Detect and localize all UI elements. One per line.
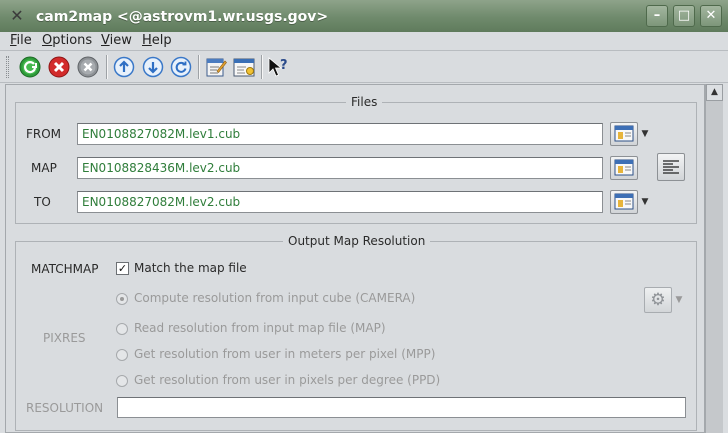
toolbar-grip[interactable]: [6, 56, 9, 78]
pixres-ppd-radio[interactable]: [116, 375, 128, 387]
pixres-ppd-label[interactable]: Get resolution from user in pixels per d…: [134, 373, 440, 387]
whats-this-icon[interactable]: ?: [267, 56, 289, 78]
to-field[interactable]: [77, 191, 603, 213]
previous-history-icon[interactable]: [113, 56, 135, 78]
matchmap-checkbox[interactable]: ✓: [116, 262, 129, 275]
main-panel: Files FROM ▼ MAP TO: [5, 84, 705, 433]
file-browse-icon: [614, 159, 634, 176]
map-field[interactable]: [77, 157, 603, 179]
maximize-button[interactable]: □: [673, 5, 695, 27]
run-icon[interactable]: [19, 56, 41, 78]
file-browse-icon: [614, 193, 634, 210]
from-dropdown-arrow[interactable]: ▼: [639, 122, 651, 146]
from-field[interactable]: [77, 123, 603, 145]
pixres-camera-label[interactable]: Compute resolution from input cube (CAME…: [134, 291, 415, 305]
menu-bar: File Options View Help: [0, 32, 728, 51]
reset-icon[interactable]: [77, 56, 99, 78]
pixres-map-label[interactable]: Read resolution from input map file (MAP…: [134, 321, 386, 335]
map-browse-button[interactable]: [610, 156, 638, 180]
pixres-map-radio[interactable]: [116, 323, 128, 335]
vertical-scrollbar[interactable]: ▲: [705, 84, 723, 433]
to-label: TO: [34, 195, 51, 209]
minimize-button[interactable]: –: [646, 5, 668, 27]
map-view-button[interactable]: [657, 153, 685, 181]
resolution-group-title: Output Map Resolution: [283, 234, 431, 248]
settings-button[interactable]: ⚙: [644, 287, 672, 313]
refresh-icon[interactable]: [170, 56, 192, 78]
toolbar: ?: [0, 51, 728, 83]
next-history-icon[interactable]: [142, 56, 164, 78]
pixres-mpp-radio[interactable]: [116, 349, 128, 361]
settings-dropdown-arrow[interactable]: ▼: [673, 288, 685, 312]
menu-view[interactable]: View: [101, 32, 132, 50]
pixres-label: PIXRES: [43, 331, 86, 345]
svg-text:?: ?: [280, 58, 288, 73]
toolbar-separator: [198, 55, 200, 79]
app-icon[interactable]: ✕: [8, 7, 26, 25]
toolbar-separator: [261, 55, 263, 79]
resolution-label: RESOLUTION: [26, 401, 104, 415]
map-label: MAP: [31, 161, 57, 175]
menu-file[interactable]: File: [10, 32, 32, 50]
close-button[interactable]: ✕: [700, 5, 722, 27]
text-align-icon: [663, 160, 679, 174]
from-label: FROM: [26, 127, 62, 141]
matchmap-checkbox-label[interactable]: Match the map file: [134, 261, 247, 275]
scroll-up-arrow-icon[interactable]: ▲: [706, 84, 723, 101]
title-bar: ✕ cam2map <@astrovm1.wr.usgs.gov> – □ ✕: [0, 0, 728, 32]
resolution-field[interactable]: [117, 397, 686, 418]
to-browse-button[interactable]: [610, 190, 638, 214]
menu-options[interactable]: Options: [42, 32, 92, 50]
pixres-camera-radio[interactable]: [116, 293, 128, 305]
preferences-icon[interactable]: [233, 56, 255, 78]
gear-icon: ⚙: [650, 290, 666, 310]
files-group-title: Files: [346, 95, 383, 109]
file-browse-icon: [614, 125, 634, 142]
toolbar-separator: [106, 55, 108, 79]
stop-icon[interactable]: [48, 56, 70, 78]
matchmap-label: MATCHMAP: [31, 262, 99, 276]
menu-help[interactable]: Help: [142, 32, 172, 50]
from-browse-button[interactable]: [610, 122, 638, 146]
to-dropdown-arrow[interactable]: ▼: [639, 190, 651, 214]
window-title: cam2map <@astrovm1.wr.usgs.gov>: [36, 9, 329, 25]
edit-parameters-icon[interactable]: [205, 56, 227, 78]
pixres-mpp-label[interactable]: Get resolution from user in meters per p…: [134, 347, 435, 361]
